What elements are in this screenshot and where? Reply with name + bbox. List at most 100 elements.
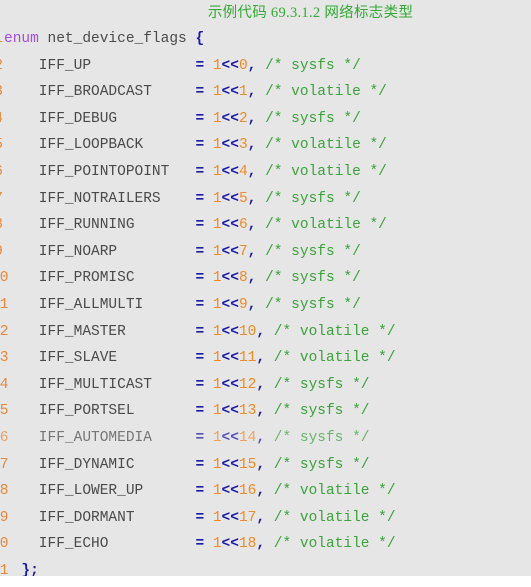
line-number: 20 bbox=[0, 536, 9, 553]
shift-operator: << bbox=[221, 483, 239, 500]
assign-operator: = bbox=[195, 509, 205, 526]
code-line[interactable]: 19 IFF_DORMANT = 1<<17, /* volatile */ bbox=[0, 505, 531, 532]
code-line-text: IFF_AUTOMEDIA = 1<<14, /* sysfs */ bbox=[4, 425, 370, 452]
code-line[interactable]: 12 IFF_MASTER = 1<<10, /* volatile */ bbox=[0, 319, 531, 346]
code-line[interactable]: 21 }; bbox=[0, 558, 531, 576]
code-line-text: IFF_DORMANT = 1<<17, /* volatile */ bbox=[4, 505, 396, 532]
shift-amount: 2 bbox=[238, 110, 248, 127]
flag-comment: /* volatile */ bbox=[265, 84, 387, 101]
code-line[interactable]: 6 IFF_POINTOPOINT = 1<<4, /* volatile */ bbox=[0, 159, 531, 186]
shift-amount: 11 bbox=[238, 350, 257, 367]
shift-amount: 13 bbox=[238, 403, 257, 420]
code-line[interactable]: 2 IFF_UP = 1<<0, /* sysfs */ bbox=[0, 53, 531, 80]
shift-base: 1 bbox=[212, 110, 222, 127]
flag-comment: /* volatile */ bbox=[273, 323, 396, 340]
close-brace: }; bbox=[21, 562, 39, 576]
assign-operator: = bbox=[195, 403, 205, 420]
code-panel: 示例代码 69.3.1.2 网络标志类型 1enum net_device_fl… bbox=[0, 0, 531, 576]
code-line-text: IFF_RUNNING = 1<<6, /* volatile */ bbox=[4, 212, 387, 239]
shift-operator: << bbox=[221, 57, 239, 74]
assign-operator: = bbox=[195, 296, 205, 313]
code-listing-page: 示例代码 69.3.1.2 网络标志类型 1enum net_device_fl… bbox=[0, 0, 531, 587]
flag-comment: /* sysfs */ bbox=[265, 296, 361, 313]
shift-amount: 12 bbox=[238, 376, 257, 393]
flag-name: IFF_LOOPBACK bbox=[4, 137, 196, 154]
flag-name: IFF_NOTRAILERS bbox=[4, 190, 196, 207]
shift-operator: << bbox=[221, 243, 239, 260]
assign-operator: = bbox=[195, 270, 205, 287]
shift-amount: 1 bbox=[238, 84, 248, 101]
comma: , bbox=[256, 323, 266, 340]
flag-name: IFF_ECHO bbox=[4, 536, 196, 553]
shift-amount: 18 bbox=[238, 536, 257, 553]
assign-operator: = bbox=[195, 217, 205, 234]
code-line[interactable]: 3 IFF_BROADCAST = 1<<1, /* volatile */ bbox=[0, 79, 531, 106]
code-line[interactable]: 16 IFF_AUTOMEDIA = 1<<14, /* sysfs */ bbox=[0, 425, 531, 452]
code-line[interactable]: 15 IFF_PORTSEL = 1<<13, /* sysfs */ bbox=[0, 398, 531, 425]
assign-operator: = bbox=[195, 110, 205, 127]
code-line[interactable]: 4 IFF_DEBUG = 1<<2, /* sysfs */ bbox=[0, 106, 531, 133]
shift-base: 1 bbox=[212, 350, 222, 367]
shift-amount: 16 bbox=[238, 483, 257, 500]
code-line[interactable]: 9 IFF_NOARP = 1<<7, /* sysfs */ bbox=[0, 239, 531, 266]
flag-name: IFF_MASTER bbox=[4, 323, 196, 340]
comma: , bbox=[256, 456, 266, 473]
code-line[interactable]: 5 IFF_LOOPBACK = 1<<3, /* volatile */ bbox=[0, 132, 531, 159]
code-line[interactable]: 20 IFF_ECHO = 1<<18, /* volatile */ bbox=[0, 531, 531, 558]
enum-keyword: enum bbox=[4, 31, 39, 47]
code-body[interactable]: 1enum net_device_flags {2 IFF_UP = 1<<0,… bbox=[0, 26, 531, 576]
code-line[interactable]: 14 IFF_MULTICAST = 1<<12, /* sysfs */ bbox=[0, 372, 531, 399]
shift-operator: << bbox=[221, 429, 239, 446]
shift-amount: 6 bbox=[238, 217, 248, 234]
assign-operator: = bbox=[195, 456, 205, 473]
code-line[interactable]: 7 IFF_NOTRAILERS = 1<<5, /* sysfs */ bbox=[0, 186, 531, 213]
shift-base: 1 bbox=[212, 323, 222, 340]
comma: , bbox=[256, 536, 266, 553]
code-line-text: IFF_PROMISC = 1<<8, /* sysfs */ bbox=[4, 265, 361, 292]
flag-comment: /* sysfs */ bbox=[265, 190, 361, 207]
code-line[interactable]: 13 IFF_SLAVE = 1<<11, /* volatile */ bbox=[0, 345, 531, 372]
assign-operator: = bbox=[195, 57, 205, 74]
code-line[interactable]: 18 IFF_LOWER_UP = 1<<16, /* volatile */ bbox=[0, 478, 531, 505]
code-line-text: IFF_NOTRAILERS = 1<<5, /* sysfs */ bbox=[4, 186, 361, 213]
flag-name: IFF_ALLMULTI bbox=[4, 296, 196, 313]
flag-name: IFF_PROMISC bbox=[4, 270, 196, 287]
code-line[interactable]: 1enum net_device_flags { bbox=[0, 26, 531, 53]
code-line-text: IFF_NOARP = 1<<7, /* sysfs */ bbox=[4, 239, 361, 266]
line-number: 16 bbox=[0, 429, 9, 446]
code-line[interactable]: 17 IFF_DYNAMIC = 1<<15, /* sysfs */ bbox=[0, 452, 531, 479]
line-number: 18 bbox=[0, 483, 9, 500]
shift-base: 1 bbox=[212, 270, 222, 287]
shift-amount: 7 bbox=[238, 243, 248, 260]
shift-operator: << bbox=[221, 110, 239, 127]
flag-name: IFF_DORMANT bbox=[4, 509, 196, 526]
code-line-text: IFF_BROADCAST = 1<<1, /* volatile */ bbox=[4, 79, 387, 106]
flag-comment: /* volatile */ bbox=[273, 509, 396, 526]
flag-name: IFF_UP bbox=[4, 57, 196, 74]
flag-name: IFF_AUTOMEDIA bbox=[4, 429, 196, 446]
flag-comment: /* volatile */ bbox=[273, 536, 396, 553]
assign-operator: = bbox=[195, 323, 205, 340]
line-number: 7 bbox=[0, 186, 3, 213]
shift-operator: << bbox=[221, 190, 239, 207]
line-number: 1 bbox=[0, 26, 3, 53]
shift-operator: << bbox=[221, 456, 239, 473]
flag-comment: /* volatile */ bbox=[265, 163, 387, 180]
line-number: 4 bbox=[0, 106, 3, 133]
listing-caption: 示例代码 69.3.1.2 网络标志类型 bbox=[207, 5, 414, 21]
shift-operator: << bbox=[221, 163, 239, 180]
flag-name: IFF_LOWER_UP bbox=[4, 483, 196, 500]
code-line[interactable]: 10 IFF_PROMISC = 1<<8, /* sysfs */ bbox=[0, 265, 531, 292]
flag-name: IFF_RUNNING bbox=[4, 217, 196, 234]
code-line-text: IFF_LOWER_UP = 1<<16, /* volatile */ bbox=[4, 478, 396, 505]
line-number: 11 bbox=[0, 296, 9, 313]
flag-comment: /* sysfs */ bbox=[265, 270, 361, 287]
shift-base: 1 bbox=[212, 429, 222, 446]
shift-amount: 14 bbox=[238, 429, 257, 446]
shift-amount: 4 bbox=[238, 163, 248, 180]
comma: , bbox=[256, 350, 266, 367]
assign-operator: = bbox=[195, 350, 205, 367]
code-line[interactable]: 8 IFF_RUNNING = 1<<6, /* volatile */ bbox=[0, 212, 531, 239]
code-line[interactable]: 11 IFF_ALLMULTI = 1<<9, /* sysfs */ bbox=[0, 292, 531, 319]
line-number: 14 bbox=[0, 376, 9, 393]
